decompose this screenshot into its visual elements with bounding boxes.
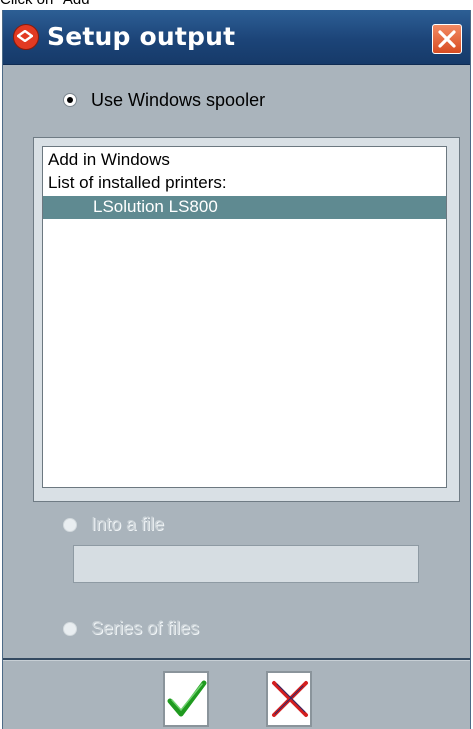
ok-button[interactable] [163, 671, 209, 727]
radio-selected-dot [67, 97, 73, 103]
cancel-button[interactable] [266, 671, 312, 727]
selected-printer-label: LSolution LS800 [93, 197, 218, 216]
setup-output-dialog: Setup output Use Windows spooler Add in … [2, 10, 471, 729]
cross-icon [272, 681, 308, 717]
instruction-caption: Click on "Add" [0, 0, 95, 9]
checkmark-icon [167, 680, 207, 717]
series-of-files-label: Series of files [91, 618, 200, 638]
series-of-files-radio[interactable] [63, 622, 77, 636]
title-bar[interactable]: Setup output [3, 10, 470, 65]
use-windows-spooler-radio[interactable] [63, 93, 77, 107]
printer-listbox[interactable]: Add in Windows List of installed printer… [42, 146, 447, 488]
into-a-file-label: Into a file [91, 514, 165, 534]
printer-list-frame: Add in Windows List of installed printer… [33, 137, 460, 502]
close-icon [438, 30, 456, 48]
close-button[interactable] [432, 24, 462, 54]
app-logo-icon [13, 24, 39, 50]
window-title: Setup output [47, 22, 236, 51]
list-header-installed-printers: List of installed printers: [48, 173, 227, 192]
file-path-input[interactable] [73, 545, 419, 583]
use-windows-spooler-label[interactable]: Use Windows spooler [91, 90, 265, 111]
list-item-add-in-windows[interactable]: Add in Windows [48, 150, 170, 170]
bottom-divider-highlight [3, 660, 470, 661]
list-item-selected-printer[interactable]: LSolution LS800 [43, 196, 446, 219]
into-a-file-radio[interactable] [63, 518, 77, 532]
